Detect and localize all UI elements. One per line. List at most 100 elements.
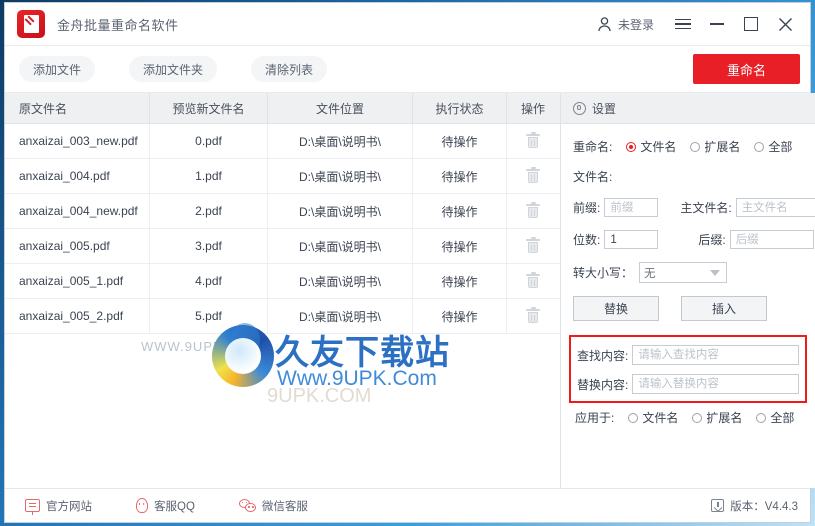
maximize-icon [744,17,758,31]
clear-list-button[interactable]: 清除列表 [251,56,328,82]
insert-button[interactable]: 插入 [681,296,767,321]
trash-icon[interactable] [526,131,540,149]
add-folder-button[interactable]: 添加文件夹 [129,56,218,82]
table-row[interactable]: anxaizai_005_2.pdf 5.pdf D:\桌面\说明书\ 待操作 [5,299,560,334]
replace-button[interactable]: 替换 [573,296,659,321]
cell-action[interactable] [507,194,559,228]
cell-status: 待操作 [413,264,507,298]
trash-icon[interactable] [526,166,540,184]
mainname-input[interactable] [735,198,815,217]
digits-input[interactable] [604,230,659,249]
trash-icon[interactable] [526,306,540,324]
qq-support-label: 客服QQ [154,500,195,513]
table-header: 原文件名 预览新文件名 文件位置 执行状态 操作 [5,93,560,124]
trash-icon[interactable] [526,271,540,289]
qq-support-link[interactable]: 客服QQ [136,498,195,514]
cell-preview: 3.pdf [150,229,268,263]
maximize-button[interactable] [734,9,768,39]
wechat-support-link[interactable]: 微信客服 [238,498,308,514]
hamburger-icon [675,18,691,30]
apply-option-extension[interactable]: 扩展名 [692,409,742,426]
find-input[interactable] [632,345,799,365]
table-row[interactable]: anxaizai_005.pdf 3.pdf D:\桌面\说明书\ 待操作 [5,229,560,264]
table-body: anxaizai_003_new.pdf 0.pdf D:\桌面\说明书\ 待操… [5,124,560,488]
radio-indicator [692,412,703,423]
suffix-label: 后缀: [698,233,726,247]
cell-action[interactable] [507,229,559,263]
rename-option-filename[interactable]: 文件名 [626,138,676,155]
radio-indicator [754,141,765,152]
cell-status: 待操作 [413,299,507,333]
file-list-panel: 原文件名 预览新文件名 文件位置 执行状态 操作 anxaizai_003_ne… [5,93,561,488]
status-bar: 官方网站 客服QQ 微信客服 版本：V4.4.3 [5,488,810,522]
apply-option-filename[interactable]: 文件名 [628,409,678,426]
cell-status: 待操作 [413,229,507,263]
version-info[interactable]: 版本：V4.4.3 [711,498,798,514]
cell-preview: 4.pdf [150,264,268,298]
cell-action[interactable] [507,159,559,193]
rename-mode-label: 重命名: [573,140,613,154]
radio-indicator [626,141,637,152]
rename-option-all[interactable]: 全部 [754,138,792,155]
radio-label: 全部 [770,411,795,425]
radio-indicator [690,141,701,152]
cell-location: D:\桌面\说明书\ [268,124,413,158]
menu-button[interactable] [666,9,700,39]
table-row[interactable]: anxaizai_004.pdf 1.pdf D:\桌面\说明书\ 待操作 [5,159,560,194]
account-button[interactable]: 未登录 [584,16,666,33]
add-file-button[interactable]: 添加文件 [19,56,96,82]
cell-original: anxaizai_005_1.pdf [5,264,150,298]
radio-label: 文件名 [642,411,679,425]
wechat-support-label: 微信客服 [261,500,308,513]
main-content: 原文件名 预览新文件名 文件位置 执行状态 操作 anxaizai_003_ne… [5,93,815,488]
column-header-action: 操作 [520,101,545,116]
replace-input[interactable] [632,374,799,394]
app-title: 金舟批量重命名软件 [57,17,179,33]
chevron-down-icon [710,270,721,276]
suffix-input[interactable] [729,230,814,249]
version-label: 版本：V4.4.3 [730,500,798,513]
cell-action[interactable] [507,124,559,158]
action-buttons-row: 替换 插入 [573,296,815,321]
filename-section-label: 文件名: [573,170,613,184]
cell-status: 待操作 [413,159,507,193]
cell-preview: 1.pdf [150,159,268,193]
wechat-icon [238,498,256,513]
close-icon [778,17,792,31]
case-select[interactable]: 无 [639,262,728,283]
table-row[interactable]: anxaizai_005_1.pdf 4.pdf D:\桌面\说明书\ 待操作 [5,264,560,299]
cell-status: 待操作 [413,124,507,158]
table-row[interactable]: anxaizai_003_new.pdf 0.pdf D:\桌面\说明书\ 待操… [5,124,560,159]
monitor-icon [25,499,40,515]
minimize-button[interactable] [700,9,734,39]
cell-original: anxaizai_005_2.pdf [5,299,150,333]
settings-header: 设置 [561,93,815,124]
case-label: 转大小写： [573,266,634,280]
radio-indicator [628,412,639,423]
trash-icon[interactable] [526,236,540,254]
find-row: 查找内容: [577,345,799,365]
cell-action[interactable] [507,299,559,333]
rename-option-extension[interactable]: 扩展名 [690,138,740,155]
app-logo-icon [17,10,45,38]
cell-location: D:\桌面\说明书\ [268,194,413,228]
trash-icon[interactable] [526,201,540,219]
replace-row: 替换内容: [577,374,799,394]
apply-option-all[interactable]: 全部 [756,409,794,426]
table-row[interactable]: anxaizai_004_new.pdf 2.pdf D:\桌面\说明书\ 待操… [5,194,560,229]
settings-title: 设置 [592,101,617,116]
settings-body: 重命名: 文件名 扩展名 全部 文件名: 前缀: 前缀 主文件名: 主文件名 位… [561,124,815,488]
cell-preview: 0.pdf [150,124,268,158]
apply-to-label: 应用于: [575,411,615,425]
prefix-label: 前缀: [573,201,601,215]
download-icon [711,499,725,512]
column-header-status: 执行状态 [413,93,507,123]
window-controls: 未登录 [584,9,802,39]
prefix-input[interactable] [604,198,659,217]
close-button[interactable] [768,9,802,39]
official-website-link[interactable]: 官方网站 [25,498,92,515]
cell-action[interactable] [507,264,559,298]
rename-button[interactable]: 重命名 [693,54,800,84]
column-header-preview: 预览新文件名 [150,93,268,123]
cell-preview: 2.pdf [150,194,268,228]
